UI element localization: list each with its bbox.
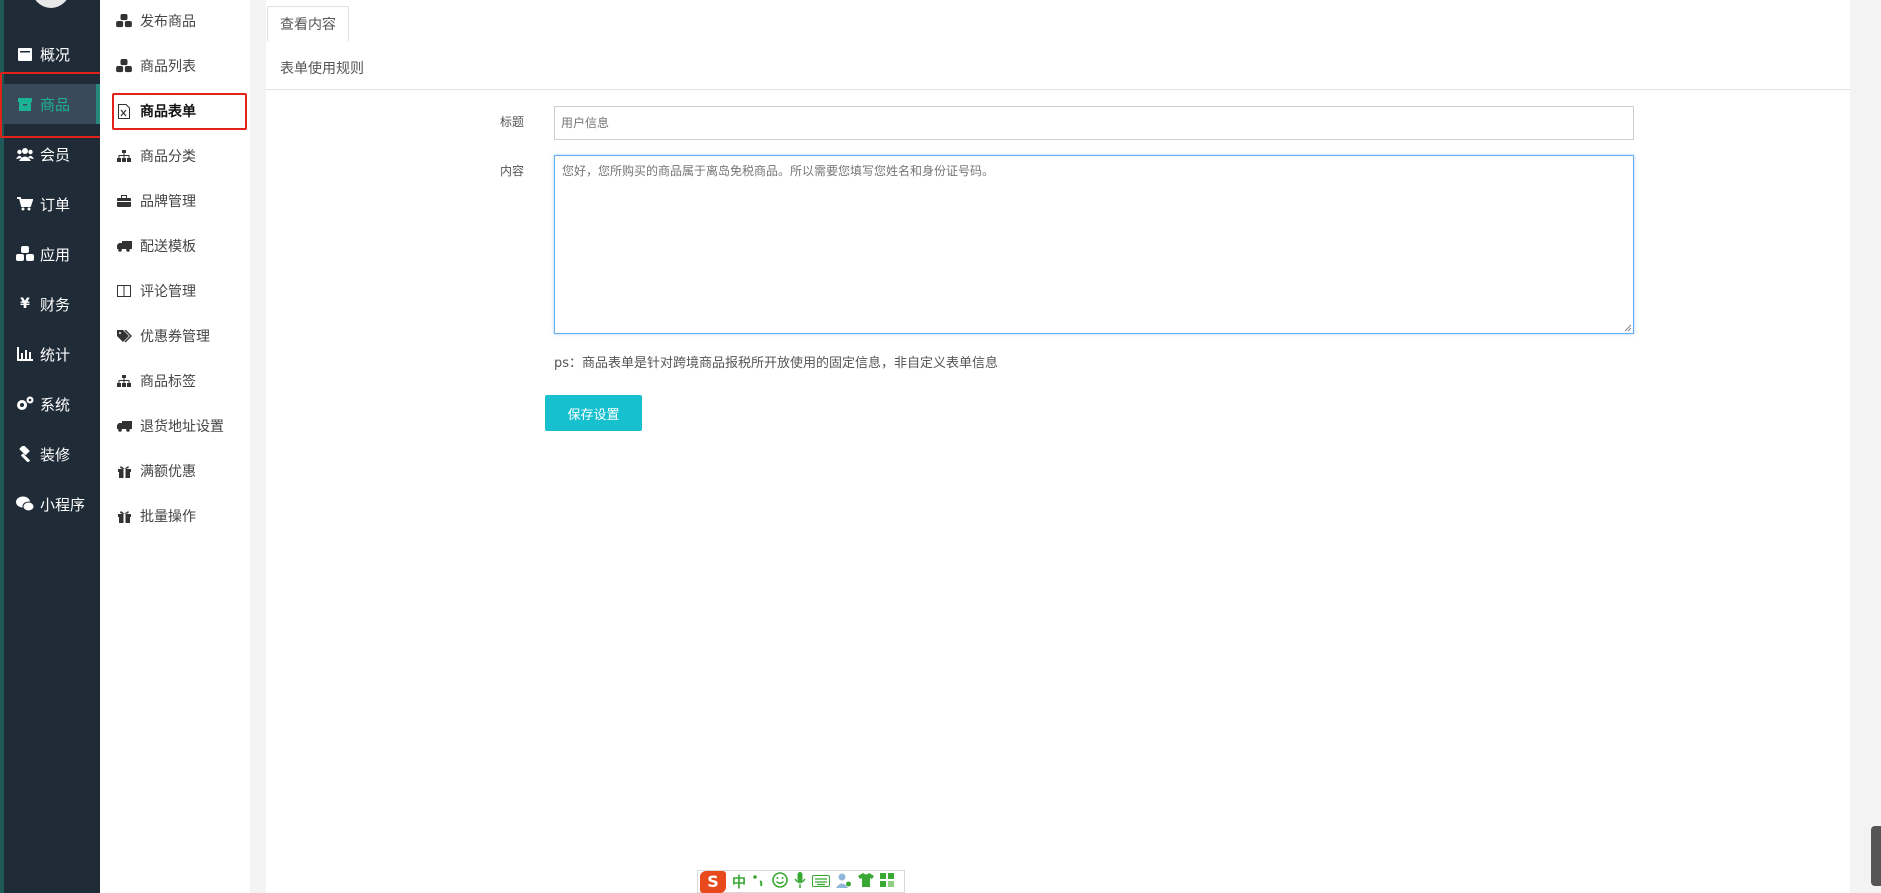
cubes-icon (16, 245, 34, 263)
section-title: 表单使用规则 (280, 61, 364, 77)
submenu-item-shipping-template[interactable]: 配送模板 (116, 235, 196, 257)
nav-item-apps[interactable]: 应用 (4, 234, 100, 274)
gift-icon (116, 463, 132, 479)
resize-handle-icon[interactable] (1624, 324, 1632, 332)
save-settings-button[interactable]: 保存设置 (545, 395, 642, 431)
ime-mode-toggle[interactable]: 中 (732, 872, 746, 892)
cubes-icon (116, 58, 132, 74)
content-panel: 查看内容 表单使用规则 标题 内容 ps：商品表单是针对跨境商品报税所开放使用的… (266, 0, 1851, 893)
user-settings-icon[interactable] (836, 872, 852, 892)
nav-item-label: 概况 (40, 45, 71, 64)
yen-icon: ¥ (20, 296, 30, 312)
nav-item-overview[interactable]: 概况 (4, 34, 100, 74)
submenu-item-reviews[interactable]: 评论管理 (116, 280, 196, 302)
nav-item-label: 统计 (40, 345, 71, 364)
highlight-box-goods-form (112, 93, 247, 130)
scrollbar-handle[interactable] (1871, 826, 1881, 886)
submenu-item-publish-goods[interactable]: 发布商品 (116, 10, 196, 32)
highlight-box-goods (0, 72, 107, 138)
submenu-item-label: 发布商品 (140, 14, 196, 30)
nav-item-label: 装修 (40, 445, 71, 464)
submenu-item-goods-category[interactable]: 商品分类 (116, 145, 196, 167)
ime-toolbar: S 中 (697, 870, 905, 893)
nav-item-label: 系统 (40, 395, 71, 414)
keyboard-icon[interactable] (812, 872, 830, 891)
submenu-item-label: 商品列表 (140, 59, 196, 75)
sitemap-icon (116, 373, 132, 389)
content-textarea[interactable] (554, 155, 1634, 334)
columns-icon (116, 283, 132, 299)
submenu-item-brand[interactable]: 品牌管理 (116, 190, 196, 212)
submenu-item-label: 商品分类 (140, 149, 196, 165)
submenu-item-batch-operation[interactable]: 批量操作 (116, 505, 196, 527)
nav-item-label: 会员 (40, 145, 71, 164)
content-label: 内容 (500, 164, 525, 178)
cubes-icon (116, 13, 132, 29)
submenu-item-label: 配送模板 (140, 239, 196, 255)
gift-icon (116, 508, 132, 524)
tags-icon (116, 328, 132, 344)
nav-item-statistics[interactable]: 统计 (4, 334, 100, 374)
submenu-item-label: 品牌管理 (140, 194, 196, 210)
truck-icon (116, 418, 132, 434)
submenu-item-label: 商品标签 (140, 374, 196, 390)
main-content: 查看内容 表单使用规则 标题 内容 ps：商品表单是针对跨境商品报税所开放使用的… (250, 0, 1881, 893)
nav-item-finance[interactable]: ¥ 财务 (4, 284, 100, 324)
sogou-logo-icon[interactable]: S (700, 870, 726, 893)
bar-chart-icon (16, 345, 34, 363)
truck-icon (116, 238, 132, 254)
briefcase-icon (116, 193, 132, 209)
avatar[interactable] (32, 0, 70, 8)
submenu-item-label: 评论管理 (140, 284, 196, 300)
nav-item-label: 财务 (40, 295, 71, 314)
nav-item-system[interactable]: 系统 (4, 384, 100, 424)
emoji-icon[interactable] (772, 871, 788, 892)
form-note: ps：商品表单是针对跨境商品报税所开放使用的固定信息，非自定义表单信息 (554, 356, 999, 371)
tab-view-content[interactable]: 查看内容 (267, 6, 349, 41)
toolbox-grid-icon[interactable] (880, 872, 894, 891)
cart-icon (16, 195, 34, 213)
submenu-item-goods-list[interactable]: 商品列表 (116, 55, 196, 77)
nav-item-label: 订单 (40, 195, 71, 214)
submenu-item-label: 退货地址设置 (140, 419, 224, 435)
hammer-icon (16, 445, 34, 463)
sitemap-icon (116, 148, 132, 164)
dashboard-icon (16, 45, 34, 63)
skin-shirt-icon[interactable] (858, 872, 874, 891)
submenu-item-goods-tags[interactable]: 商品标签 (116, 370, 196, 392)
nav-item-label: 应用 (40, 245, 71, 264)
punctuation-icon[interactable] (752, 872, 766, 891)
submenu-item-label: 批量操作 (140, 509, 196, 525)
wechat-icon (16, 495, 34, 513)
submenu-item-label: 优惠券管理 (140, 329, 210, 345)
section-divider (266, 89, 1851, 90)
submenu-item-label: 满额优惠 (140, 464, 196, 480)
nav-item-label: 小程序 (40, 495, 86, 514)
submenu-item-return-address[interactable]: 退货地址设置 (116, 415, 224, 437)
microphone-icon[interactable] (794, 871, 806, 892)
submenu-item-full-discount[interactable]: 满额优惠 (116, 460, 196, 482)
users-icon (16, 145, 34, 163)
nav-item-miniprogram[interactable]: 小程序 (4, 484, 100, 524)
nav-item-decorate[interactable]: 装修 (4, 434, 100, 474)
submenu-item-coupons[interactable]: 优惠券管理 (116, 325, 210, 347)
gears-icon (16, 395, 34, 413)
title-input[interactable] (554, 106, 1634, 140)
sub-sidebar: 发布商品 商品列表 商品表单 商品分类 品牌管理 配送模板 评论管理 优惠券管理… (100, 0, 250, 893)
nav-item-members[interactable]: 会员 (4, 134, 100, 174)
title-label: 标题 (500, 115, 525, 129)
nav-item-orders[interactable]: 订单 (4, 184, 100, 224)
